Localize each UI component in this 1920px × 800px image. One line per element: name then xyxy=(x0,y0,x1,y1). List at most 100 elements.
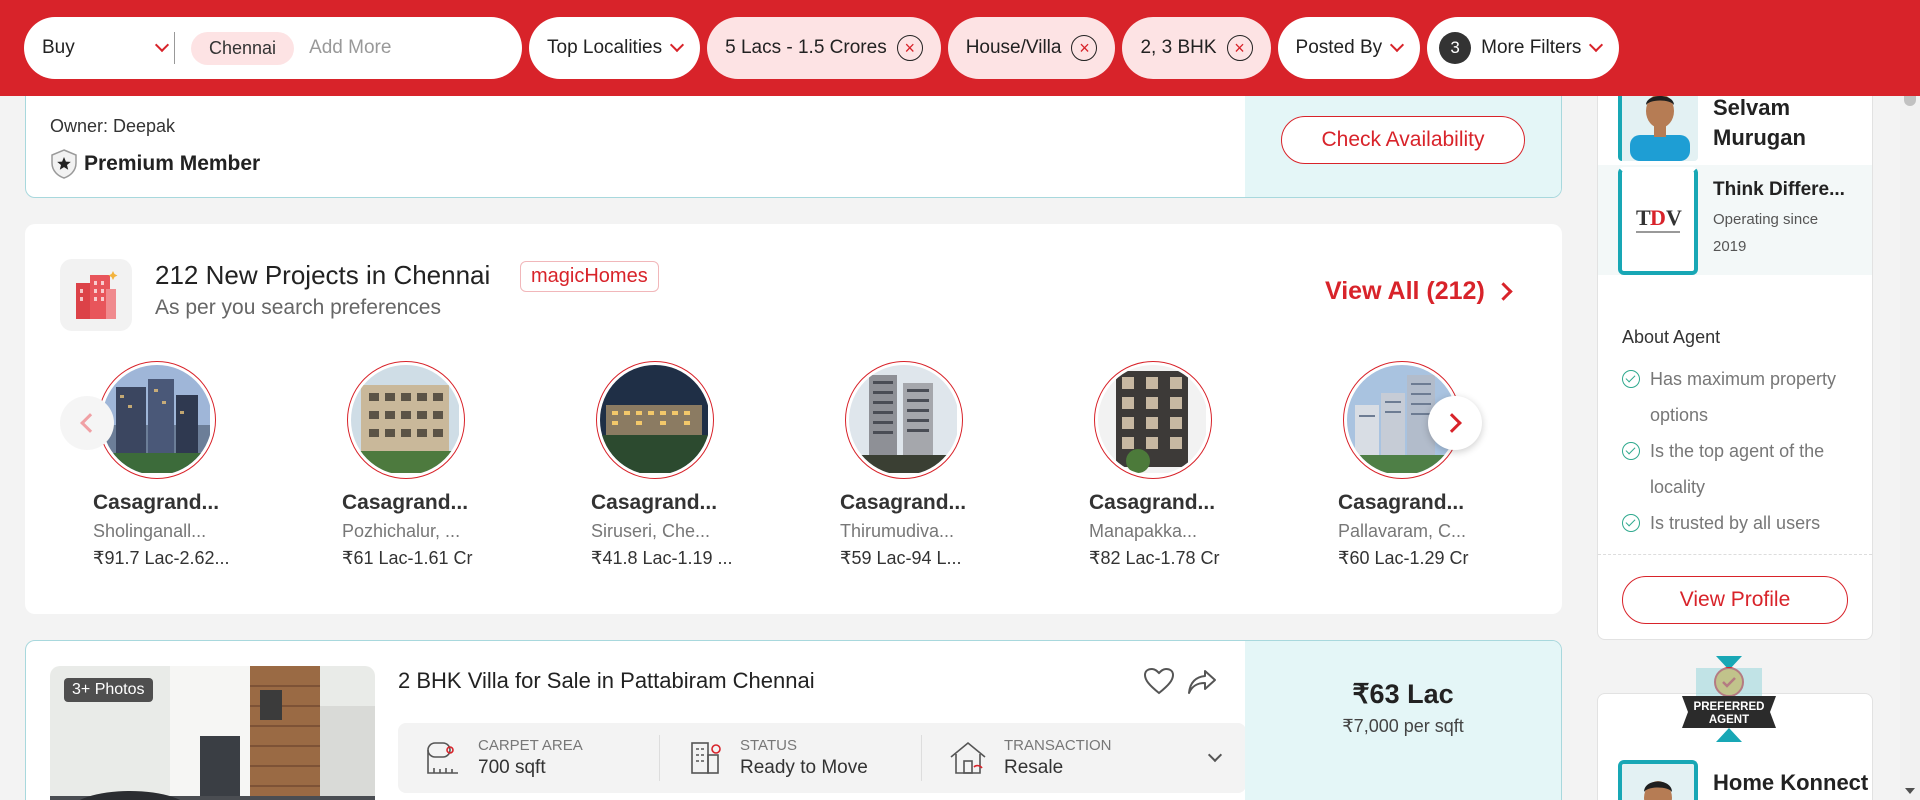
spec-label: STATUS xyxy=(740,737,797,754)
view-all-link[interactable]: View All (212) xyxy=(1325,277,1513,306)
project-price: ₹41.8 Lac-1.19 ... xyxy=(591,548,733,568)
buy-dropdown[interactable]: Buy xyxy=(42,37,170,59)
project-card[interactable]: Casagrand... Thirumudiva... ₹59 Lac-94 L… xyxy=(840,361,1040,569)
chevron-down-icon xyxy=(670,37,685,53)
magichomes-logo: magicHomes xyxy=(520,261,659,292)
agent-name[interactable]: Selvam Murugan xyxy=(1713,93,1863,153)
scroll-down-icon[interactable] xyxy=(1905,788,1915,794)
top-localities-filter[interactable]: Top Localities xyxy=(529,17,701,79)
project-location: Pozhichalur, ... xyxy=(342,521,461,541)
project-card[interactable]: Casagrand... Manapakka... ₹82 Lac-1.78 C… xyxy=(1089,361,1289,569)
divider xyxy=(174,32,175,64)
project-price: ₹91.7 Lac-2.62... xyxy=(93,548,230,568)
premium-member: Premium Member xyxy=(50,149,260,179)
property-type-filter[interactable]: House/Villa × xyxy=(947,17,1116,79)
project-card[interactable]: Casagrand... Pallavaram, C... ₹60 Lac-1.… xyxy=(1338,361,1538,569)
check-availability-button[interactable]: Check Availability xyxy=(1281,116,1525,164)
project-image xyxy=(347,361,465,479)
list-item: Is trusted by all users xyxy=(1622,505,1862,541)
view-all-label: View All (212) xyxy=(1325,277,1485,305)
carousel-next-button[interactable] xyxy=(1428,396,1482,450)
agent-highlights: Has maximum property options Is the top … xyxy=(1622,361,1862,541)
filter-count-badge: 3 xyxy=(1439,32,1472,64)
close-icon[interactable]: × xyxy=(1226,35,1253,61)
project-name: Casagrand... xyxy=(840,491,967,514)
agent-card: Selvam Murugan T D V Think Differe... Op… xyxy=(1597,60,1873,640)
project-price: ₹60 Lac-1.29 Cr xyxy=(1338,548,1469,568)
check-icon xyxy=(1622,442,1640,460)
city-chip[interactable]: Chennai xyxy=(191,31,295,65)
project-card[interactable]: Casagrand... Sholinganall... ₹91.7 Lac-2… xyxy=(93,361,293,569)
spec-status: STATUS Ready to Move xyxy=(660,735,922,781)
about-agent-label: About Agent xyxy=(1622,327,1721,347)
filter-bar: Buy Chennai Add More Top Localities 5 La… xyxy=(0,0,1920,96)
bhk-filter-label: 2, 3 BHK xyxy=(1140,37,1217,58)
more-filters-button[interactable]: 3 More Filters xyxy=(1427,17,1620,79)
shield-star-icon xyxy=(51,149,77,179)
section-subtitle: As per you search preferences xyxy=(155,296,441,319)
project-name: Casagrand... xyxy=(1089,491,1216,514)
carousel-prev-button[interactable] xyxy=(60,396,114,450)
photo-count-badge: 3+ Photos xyxy=(64,678,153,702)
chevron-right-icon xyxy=(1494,282,1513,301)
close-icon[interactable]: × xyxy=(1071,35,1098,61)
check-icon xyxy=(1622,370,1640,388)
highlight-text: Is the top agent of the locality xyxy=(1650,441,1825,497)
budget-filter[interactable]: 5 Lacs - 1.5 Crores × xyxy=(707,17,941,79)
listing-card[interactable]: 3+ Photos 2 BHK Villa for Sale in Pattab… xyxy=(25,640,1562,800)
search-box: Buy Chennai Add More xyxy=(24,17,522,79)
close-icon[interactable]: × xyxy=(896,35,923,61)
listing-price-panel: ₹63 Lac ₹7,000 per sqft xyxy=(1245,641,1561,800)
section-title: 212 New Projects in Chennai xyxy=(155,260,491,290)
specs-expand-button[interactable] xyxy=(1184,723,1246,793)
chevron-down-icon xyxy=(1390,37,1405,53)
project-image xyxy=(1094,361,1212,479)
more-filters-label: More Filters xyxy=(1481,37,1582,58)
project-image xyxy=(845,361,963,479)
bhk-filter[interactable]: 2, 3 BHK × xyxy=(1122,17,1271,79)
list-item: Is the top agent of the locality xyxy=(1622,433,1862,505)
project-image xyxy=(98,361,216,479)
project-location: Sholinganall... xyxy=(93,521,207,541)
listing-title[interactable]: 2 BHK Villa for Sale in Pattabiram Chenn… xyxy=(398,668,815,694)
agency-name: Think Differe... xyxy=(1713,179,1845,200)
spec-transaction: TRANSACTION Resale xyxy=(922,735,1184,781)
project-price: ₹59 Lac-94 L... xyxy=(840,548,962,568)
budget-filter-label: 5 Lacs - 1.5 Crores xyxy=(725,37,887,58)
heart-icon[interactable] xyxy=(1143,667,1175,695)
house-icon xyxy=(950,741,986,774)
check-icon xyxy=(1622,514,1640,532)
view-profile-button[interactable]: View Profile xyxy=(1622,576,1848,624)
chevron-down-icon xyxy=(154,37,170,53)
agent-photo xyxy=(1618,760,1698,800)
posted-by-filter[interactable]: Posted By xyxy=(1277,17,1421,79)
top-localities-label: Top Localities xyxy=(547,37,663,58)
project-name: Casagrand... xyxy=(342,491,469,514)
svg-text:D: D xyxy=(1650,205,1666,230)
project-card[interactable]: Casagrand... Siruseri, Che... ₹41.8 Lac-… xyxy=(591,361,791,569)
spec-value: 700 sqft xyxy=(478,757,546,778)
svg-text:V: V xyxy=(1666,205,1682,230)
svg-text:T: T xyxy=(1636,205,1651,230)
project-location: Thirumudiva... xyxy=(840,521,955,541)
agency-logo: T D V xyxy=(1618,167,1698,275)
project-price: ₹61 Lac-1.61 Cr xyxy=(342,548,473,568)
agent-name[interactable]: Home Konnect xyxy=(1713,770,1868,796)
share-icon[interactable] xyxy=(1187,669,1217,695)
building-icon xyxy=(691,742,721,774)
highlight-text: Is trusted by all users xyxy=(1650,513,1821,533)
owner-name: Owner: Deepak xyxy=(50,116,176,136)
badge-line-2: AGENT xyxy=(1709,714,1749,726)
spec-label: CARPET AREA xyxy=(478,737,583,754)
spec-value: Resale xyxy=(1004,757,1064,778)
spec-carpet-area: CARPET AREA 700 sqft xyxy=(398,735,660,781)
divider xyxy=(1598,554,1872,555)
chevron-right-icon xyxy=(1442,413,1462,433)
page-scrollbar[interactable] xyxy=(1900,0,1920,800)
highlight-text: Has maximum property options xyxy=(1650,369,1837,425)
project-card[interactable]: Casagrand... Pozhichalur, ... ₹61 Lac-1.… xyxy=(342,361,542,569)
project-location: Pallavaram, C... xyxy=(1338,521,1467,541)
project-image xyxy=(596,361,714,479)
property-specs: CARPET AREA 700 sqft STATUS Ready to Mov… xyxy=(398,723,1246,793)
add-more-input[interactable]: Add More xyxy=(309,37,391,59)
